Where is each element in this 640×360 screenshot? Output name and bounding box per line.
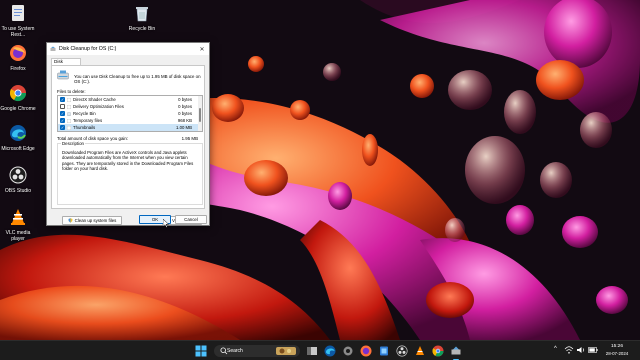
show-hidden-icons-chevron-icon[interactable]: ^ <box>554 346 557 352</box>
task-view-icon[interactable] <box>306 345 318 357</box>
description-text: Downloaded Program Files are ActiveX con… <box>62 150 194 172</box>
document-icon <box>12 5 24 21</box>
checkbox-checked-icon[interactable]: ✓ <box>60 111 65 116</box>
search-placeholder: Search <box>227 348 243 354</box>
file-icon <box>67 104 71 109</box>
taskbar-search-box[interactable]: Search <box>214 345 300 357</box>
files-list[interactable]: ✓ DirectX Shader Cache 0 bytes Delivery … <box>57 95 203 132</box>
edge-icon[interactable] <box>324 345 336 357</box>
file-icon <box>67 125 71 130</box>
desktop-icon-recycle-bin[interactable]: Recycle Bin <box>124 4 160 32</box>
desktop-icon-obs[interactable]: OBS Studio <box>0 166 36 194</box>
file-name: Thumbnails <box>73 125 96 130</box>
disk-cleanup-panel: You can use Disk Cleanup to free up to 1… <box>51 65 205 225</box>
file-size: 0 bytes <box>178 104 192 109</box>
file-row-directx-shader-cache[interactable]: ✓ DirectX Shader Cache 0 bytes <box>58 96 202 103</box>
chrome-icon[interactable] <box>432 345 444 357</box>
desktop-icon-label: To use System Rest... <box>1 26 35 38</box>
scrollbar-thumb[interactable] <box>199 108 201 122</box>
desktop-icon-edge[interactable]: Microsoft Edge <box>0 124 36 152</box>
disk-cleanup-icon[interactable] <box>450 345 462 357</box>
clean-up-system-files-label: Clean up system files <box>74 218 117 223</box>
search-highlight-icon <box>276 347 296 355</box>
file-size: 0 bytes <box>178 111 192 116</box>
file-row-delivery-optimization[interactable]: Delivery Optimization Files 0 bytes <box>58 103 202 110</box>
desktop-icon-firefox[interactable]: Firefox <box>0 44 36 72</box>
checkbox-unchecked-icon[interactable] <box>60 104 65 109</box>
file-row-thumbnails[interactable]: ✓ Thumbnails 1.00 MB <box>58 124 202 131</box>
wifi-icon[interactable] <box>564 345 574 355</box>
desktop-icon-system-restore[interactable]: To use System Rest... <box>0 4 36 38</box>
recycle-bin-icon <box>67 111 71 116</box>
settings-gear-icon[interactable] <box>342 345 354 357</box>
file-name: Temporary files <box>73 118 103 123</box>
files-to-delete-label: Files to delete: <box>57 89 86 94</box>
total-space-value: 1.95 MB <box>181 136 198 141</box>
cancel-button[interactable]: Cancel <box>175 215 207 224</box>
file-icon <box>67 97 71 102</box>
obs-icon <box>9 166 27 184</box>
file-name: Recycle Bin <box>73 111 96 116</box>
desktop-icon-label: Firefox <box>10 66 26 72</box>
dialog-title: Disk Cleanup for OS (C:) <box>59 46 117 52</box>
file-icon <box>67 118 71 123</box>
tab-disk-cleanup[interactable]: Disk Cleanup <box>51 58 81 70</box>
disk-cleanup-dialog: Disk Cleanup for OS (C:) ✕ Disk Cleanup … <box>46 42 210 226</box>
desktop-icon-vlc[interactable]: VLC media player <box>0 208 36 242</box>
vlc-icon[interactable] <box>414 345 426 357</box>
close-button[interactable]: ✕ <box>195 43 209 55</box>
battery-icon[interactable] <box>588 346 598 354</box>
vlc-icon <box>11 209 25 225</box>
clock-date[interactable]: 28-07-2024 <box>602 351 632 356</box>
dialog-titlebar[interactable]: Disk Cleanup for OS (C:) ✕ <box>47 43 209 55</box>
edge-icon <box>10 125 26 141</box>
file-row-recycle-bin[interactable]: ✓ Recycle Bin 0 bytes <box>58 110 202 117</box>
store-icon[interactable] <box>378 345 390 357</box>
volume-icon[interactable] <box>576 345 586 355</box>
disk-cleanup-icon <box>50 46 56 51</box>
chrome-icon <box>9 85 27 102</box>
desktop-icon-label: Google Chrome <box>0 106 36 112</box>
description-label: Description <box>61 141 85 146</box>
clock-time[interactable]: 15:26 <box>602 344 632 349</box>
desktop-icon-chrome[interactable]: Google Chrome <box>0 84 36 112</box>
file-name: Delivery Optimization Files <box>73 104 124 109</box>
checkbox-checked-icon[interactable]: ✓ <box>60 125 65 130</box>
obs-icon[interactable] <box>396 345 408 357</box>
drive-icon <box>57 70 69 80</box>
desktop-icon-label: OBS Studio <box>4 188 32 194</box>
files-list-scrollbar[interactable] <box>198 96 202 131</box>
checkbox-checked-icon[interactable]: ✓ <box>60 118 65 123</box>
checkbox-checked-icon[interactable]: ✓ <box>60 97 65 102</box>
taskbar: Search ^ 15:26 28-07-2024 <box>0 340 640 360</box>
file-size: 1.00 MB <box>175 125 192 130</box>
close-icon: ✕ <box>199 46 205 53</box>
desktop-icon-label: Microsoft Edge <box>1 146 35 152</box>
windows-start-icon[interactable] <box>195 345 207 357</box>
shield-icon <box>68 218 73 223</box>
intro-text: You can use Disk Cleanup to free up to 1… <box>74 74 201 85</box>
file-size: 0 bytes <box>178 97 192 102</box>
file-row-temporary-files[interactable]: ✓ Temporary files 968 KB <box>58 117 202 124</box>
file-size: 968 KB <box>177 118 192 123</box>
description-group: Description Downloaded Program Files are… <box>57 141 203 205</box>
firefox-icon[interactable] <box>360 345 372 357</box>
file-name: DirectX Shader Cache <box>73 97 116 102</box>
desktop-icon-label: Recycle Bin <box>128 26 156 32</box>
mouse-cursor-icon <box>163 219 169 228</box>
desktop-icon-label: VLC media player <box>5 230 31 242</box>
firefox-icon <box>10 45 26 61</box>
clean-up-system-files-button[interactable]: Clean up system files <box>62 216 122 225</box>
recycle-bin-icon <box>136 7 148 22</box>
